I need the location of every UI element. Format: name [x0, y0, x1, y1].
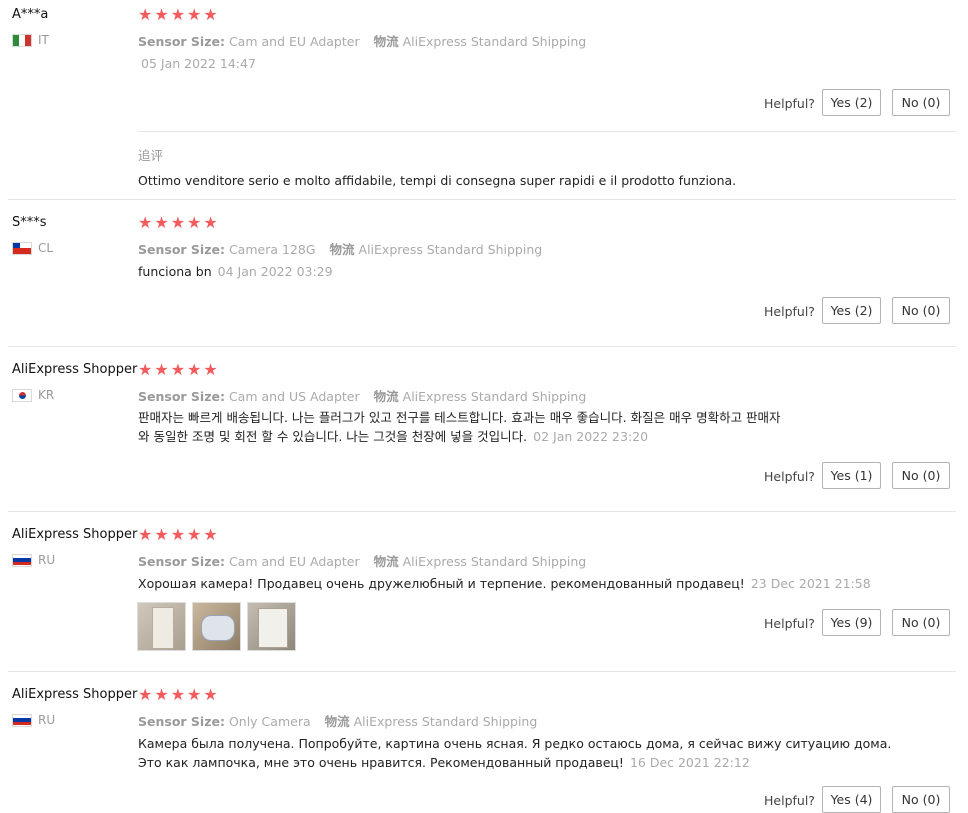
- review-date: 04 Jan 2022 03:29: [217, 264, 333, 279]
- review-meta: Sensor Size: Only Camera 物流 AliExpress St…: [138, 714, 538, 729]
- helpful-yes-button[interactable]: Yes (4): [822, 786, 881, 813]
- review-meta: Sensor Size: Cam and EU Adapter 物流 AliExp…: [138, 34, 587, 49]
- star-rating: ★★★★★: [138, 685, 220, 704]
- review-divider: [8, 199, 956, 200]
- review-text: 판매자는 빠르게 배송됩니다. 나는 플러그가 있고 전구를 테스트합니다. 효…: [138, 410, 781, 444]
- reviewer-country: IT: [12, 33, 49, 47]
- review-date: 16 Dec 2021 22:12: [629, 755, 750, 770]
- review-photo[interactable]: [247, 602, 296, 651]
- review-text: Хорошая камера! Продавец очень дружелюбн…: [138, 576, 871, 591]
- star-rating: ★★★★★: [138, 360, 220, 379]
- review-meta: Sensor Size: Camera 128G 物流 AliExpress St…: [138, 242, 543, 257]
- helpful-label: Helpful?: [764, 469, 815, 484]
- reviewer-name: AliExpress Shopper: [12, 527, 138, 542]
- star-rating: ★★★★★: [138, 525, 220, 544]
- reviewer-name: A***a: [12, 7, 49, 22]
- followup-label: 追评: [138, 148, 164, 163]
- chile-flag-icon: [12, 241, 32, 255]
- helpful-yes-button[interactable]: Yes (2): [822, 297, 881, 324]
- reviewer-name: AliExpress Shopper: [12, 362, 138, 377]
- review-divider: [8, 671, 956, 672]
- followup-text: Ottimo venditore serio e molto affidabil…: [138, 173, 737, 188]
- helpful-label: Helpful?: [764, 304, 815, 319]
- reviewer-name: AliExpress Shopper: [12, 687, 138, 702]
- review-text: funciona bn 04 Jan 2022 03:29: [138, 264, 333, 279]
- helpful-no-button[interactable]: No (0): [892, 462, 950, 489]
- review-divider: [8, 346, 956, 347]
- followup-divider: [138, 131, 956, 132]
- reviewer-country: RU: [12, 553, 55, 567]
- reviewer-name: S***s: [12, 215, 47, 230]
- helpful-no-button[interactable]: No (0): [892, 609, 950, 636]
- reviewer-country: KR: [12, 388, 54, 402]
- italy-flag-icon: [12, 33, 32, 47]
- helpful-yes-button[interactable]: Yes (1): [822, 462, 881, 489]
- helpful-yes-button[interactable]: Yes (9): [822, 609, 881, 636]
- helpful-label: Helpful?: [764, 616, 815, 631]
- korea-flag-icon: [12, 388, 32, 402]
- russia-flag-icon: [12, 553, 32, 567]
- helpful-no-button[interactable]: No (0): [892, 297, 950, 324]
- review-text: Камера была получена. Попробуйте, картин…: [138, 736, 892, 770]
- helpful-label: Helpful?: [764, 96, 815, 111]
- review-divider: [8, 511, 956, 512]
- review-meta: Sensor Size: Cam and US Adapter 物流 AliExp…: [138, 389, 587, 404]
- helpful-no-button[interactable]: No (0): [892, 786, 950, 813]
- helpful-label: Helpful?: [764, 793, 815, 808]
- review-photo[interactable]: [137, 602, 186, 651]
- review-date: 23 Dec 2021 21:58: [750, 576, 871, 591]
- review-meta: Sensor Size: Cam and EU Adapter 物流 AliExp…: [138, 554, 587, 569]
- review-date: 02 Jan 2022 23:20: [533, 429, 649, 444]
- russia-flag-icon: [12, 713, 32, 727]
- star-rating: ★★★★★: [138, 213, 220, 232]
- review-date: 05 Jan 2022 14:47: [141, 56, 256, 71]
- helpful-no-button[interactable]: No (0): [892, 89, 950, 116]
- star-rating: ★★★★★: [138, 5, 220, 24]
- helpful-yes-button[interactable]: Yes (2): [822, 89, 881, 116]
- review-photo[interactable]: [192, 602, 241, 651]
- reviewer-country: RU: [12, 713, 55, 727]
- reviewer-country: CL: [12, 241, 53, 255]
